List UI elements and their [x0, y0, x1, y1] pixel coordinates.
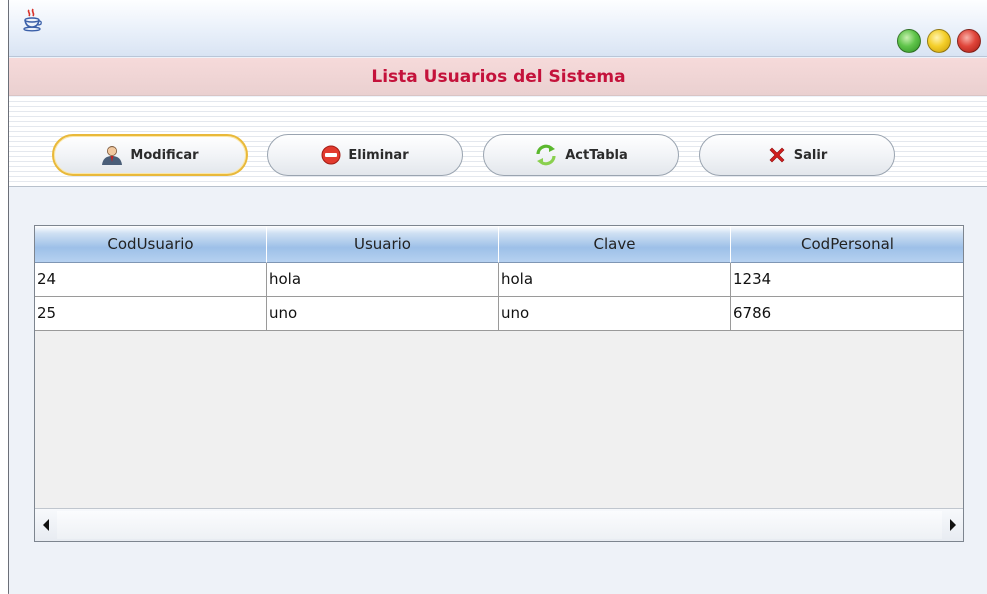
cell-clave[interactable]: uno — [499, 297, 731, 330]
scroll-left-button[interactable] — [37, 513, 55, 537]
toolbar: Modificar Eliminar ActTabla Salir — [9, 97, 987, 187]
column-header-codusuario[interactable]: CodUsuario — [35, 226, 267, 263]
scroll-right-button[interactable] — [944, 513, 962, 537]
title-bar[interactable] — [9, 0, 987, 57]
scrollbar-track[interactable] — [57, 511, 942, 539]
modificar-button[interactable]: Modificar — [52, 134, 248, 176]
content-area: CodUsuario Usuario Clave CodPersonal 24 … — [9, 188, 987, 594]
maximize-button[interactable] — [927, 29, 951, 53]
app-window: Lista Usuarios del Sistema Modificar Eli… — [8, 0, 987, 594]
minus-circle-icon — [321, 145, 341, 165]
modificar-label: Modificar — [130, 147, 199, 163]
cell-clave[interactable]: hola — [499, 263, 731, 296]
cell-codpersonal[interactable]: 1234 — [731, 263, 963, 296]
arrow-right-icon — [950, 519, 956, 531]
table-row[interactable]: 25 uno uno 6786 — [35, 297, 963, 331]
minimize-button[interactable] — [897, 29, 921, 53]
header-band: Lista Usuarios del Sistema — [9, 58, 987, 96]
cell-usuario[interactable]: hola — [267, 263, 499, 296]
acttabla-button[interactable]: ActTabla — [483, 134, 679, 176]
acttabla-label: ActTabla — [565, 147, 628, 163]
column-header-usuario[interactable]: Usuario — [267, 226, 499, 263]
close-x-icon — [769, 147, 785, 163]
column-header-clave[interactable]: Clave — [499, 226, 731, 263]
eliminar-button[interactable]: Eliminar — [267, 134, 463, 176]
eliminar-label: Eliminar — [348, 147, 409, 163]
refresh-icon — [536, 144, 556, 166]
cell-codusuario[interactable]: 25 — [35, 297, 267, 330]
page-title: Lista Usuarios del Sistema — [371, 67, 626, 87]
column-header-codpersonal[interactable]: CodPersonal — [731, 226, 963, 263]
cell-codpersonal[interactable]: 6786 — [731, 297, 963, 330]
table-body: 24 hola hola 1234 25 uno uno 6786 — [35, 263, 963, 331]
user-icon — [102, 146, 123, 165]
horizontal-scrollbar[interactable] — [35, 508, 963, 541]
arrow-left-icon — [43, 519, 49, 531]
java-coffee-icon — [23, 8, 43, 32]
salir-label: Salir — [793, 147, 828, 163]
close-button[interactable] — [957, 29, 981, 53]
cell-codusuario[interactable]: 24 — [35, 263, 267, 296]
table-row[interactable]: 24 hola hola 1234 — [35, 263, 963, 297]
salir-button[interactable]: Salir — [699, 134, 895, 176]
table-header: CodUsuario Usuario Clave CodPersonal — [35, 226, 963, 263]
cell-usuario[interactable]: uno — [267, 297, 499, 330]
users-table: CodUsuario Usuario Clave CodPersonal 24 … — [34, 225, 964, 542]
